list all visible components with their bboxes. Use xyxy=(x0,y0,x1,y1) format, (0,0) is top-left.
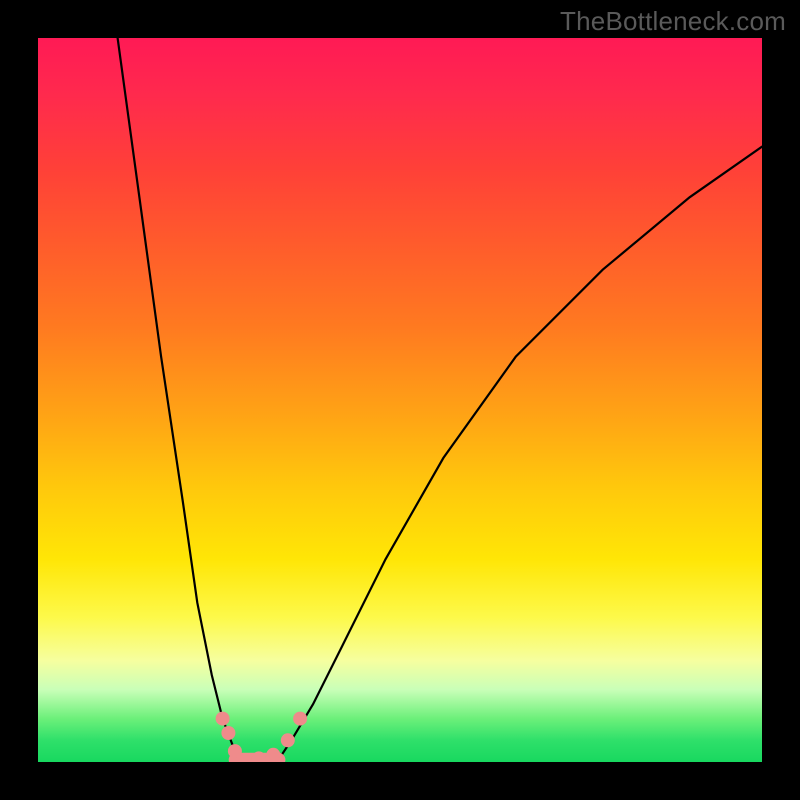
chart-svg xyxy=(38,38,762,762)
marker-dots xyxy=(216,712,308,762)
outer-frame: TheBottleneck.com xyxy=(0,0,800,800)
marker-dot xyxy=(216,712,230,726)
marker-dot xyxy=(266,748,280,762)
plot-area xyxy=(38,38,762,762)
watermark-text: TheBottleneck.com xyxy=(560,6,786,37)
marker-dot xyxy=(281,733,295,747)
marker-dot xyxy=(221,726,235,740)
curve-right-branch xyxy=(277,147,762,762)
curve-left-branch xyxy=(118,38,241,762)
marker-dot xyxy=(293,712,307,726)
marker-dot xyxy=(228,744,242,758)
